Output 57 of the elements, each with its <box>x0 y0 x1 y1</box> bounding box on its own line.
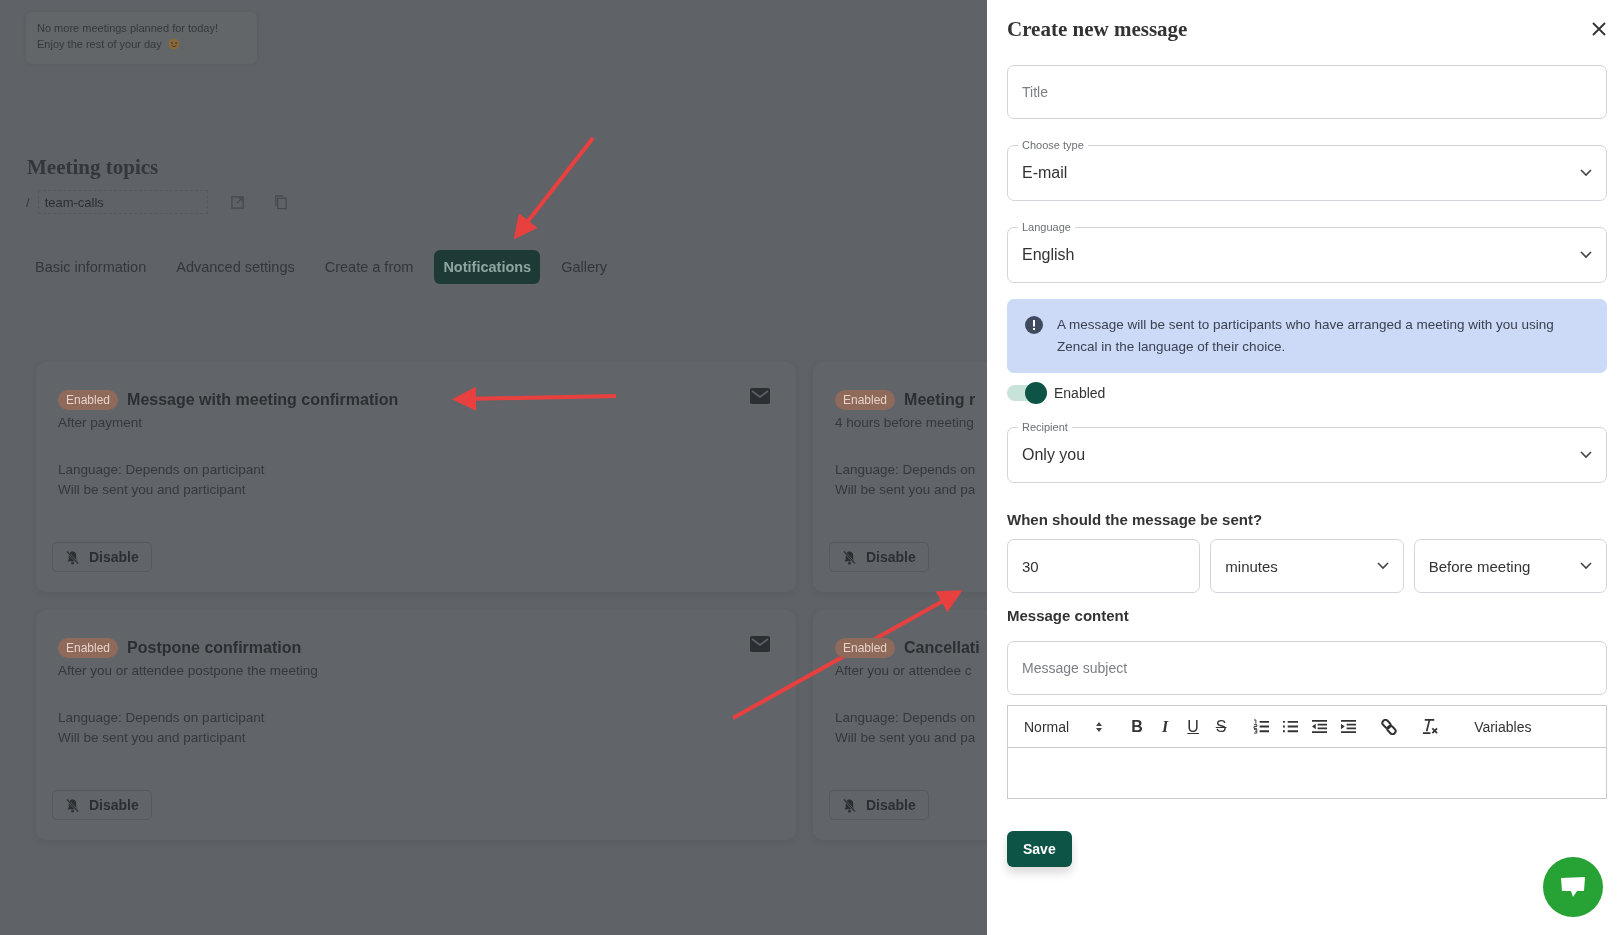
slug-prefix: / <box>26 194 30 210</box>
strike-button[interactable]: S <box>1213 717 1230 736</box>
field-label: Language <box>1021 221 1072 233</box>
chevron-down-icon <box>1580 168 1592 177</box>
toggle-label: Enabled <box>1054 385 1106 401</box>
language-select[interactable]: Language English <box>1007 221 1607 283</box>
status-badge: Enabled <box>58 390 119 410</box>
tab[interactable]: Notifications <box>434 250 541 284</box>
chevron-down-icon <box>1580 250 1592 259</box>
bullet-list-icon[interactable] <box>1282 719 1300 734</box>
status-badge: Enabled <box>58 638 119 658</box>
field-label: Choose type <box>1021 139 1085 151</box>
numbered-list-icon[interactable] <box>1253 719 1271 734</box>
chevron-down-icon <box>1580 562 1592 570</box>
recipient-select[interactable]: Recipient Only you <box>1007 421 1607 483</box>
section-heading: Message content <box>1007 607 1130 624</box>
link-icon[interactable] <box>1381 718 1398 735</box>
close-icon[interactable] <box>1591 21 1607 37</box>
chat-bubble-icon <box>1560 876 1586 898</box>
envelope-icon <box>750 636 770 652</box>
sort-arrows-icon <box>1095 720 1104 733</box>
clear-format-icon[interactable] <box>1421 718 1439 735</box>
panel-title: Create new message <box>1007 16 1188 42</box>
indent-icon[interactable] <box>1340 719 1358 734</box>
status-badge: Enabled <box>835 638 896 658</box>
bell-off-icon <box>842 549 857 565</box>
bell-off-icon <box>65 797 80 813</box>
section-heading: When should the message be sent? <box>1007 511 1264 528</box>
variables-button[interactable]: Variables <box>1474 718 1532 735</box>
smiley-icon <box>167 38 180 50</box>
relation-select[interactable]: Before meeting <box>1413 539 1607 593</box>
chevron-down-icon <box>1580 450 1592 459</box>
chat-button[interactable] <box>1543 857 1603 917</box>
envelope-icon <box>750 388 770 404</box>
bell-off-icon <box>842 797 857 813</box>
unit-select[interactable]: minutes <box>1210 539 1404 593</box>
bell-off-icon <box>65 549 80 565</box>
save-button[interactable]: Save <box>1007 831 1072 867</box>
status-badge: Enabled <box>835 390 896 410</box>
card-title: Postpone confirmation <box>127 639 302 657</box>
outdent-icon[interactable] <box>1311 719 1329 734</box>
rich-text-editor[interactable]: Normal B I U S Variables <box>1007 705 1607 799</box>
underline-button[interactable]: U <box>1185 717 1202 736</box>
type-select[interactable]: Choose type E-mail <box>1007 139 1607 201</box>
delay-input[interactable]: 30 <box>1007 539 1201 593</box>
card-title: Cancellati <box>904 639 980 657</box>
format-select[interactable]: Normal <box>1024 718 1104 735</box>
subject-input[interactable]: Message subject <box>1007 641 1607 695</box>
info-text: A message will be sent to participants who have arranged a meeting with you using Zencal in the language of their choice. <box>1057 316 1555 356</box>
title-input[interactable]: Title <box>1007 65 1607 119</box>
bold-button[interactable]: B <box>1129 717 1146 736</box>
field-label: Recipient <box>1021 421 1069 433</box>
exclamation-icon <box>1025 316 1043 334</box>
card-title: Message with meeting confirmation <box>127 391 399 409</box>
toggle-switch[interactable] <box>1007 385 1045 401</box>
chevron-down-icon <box>1376 562 1389 570</box>
italic-button[interactable]: I <box>1157 717 1174 736</box>
